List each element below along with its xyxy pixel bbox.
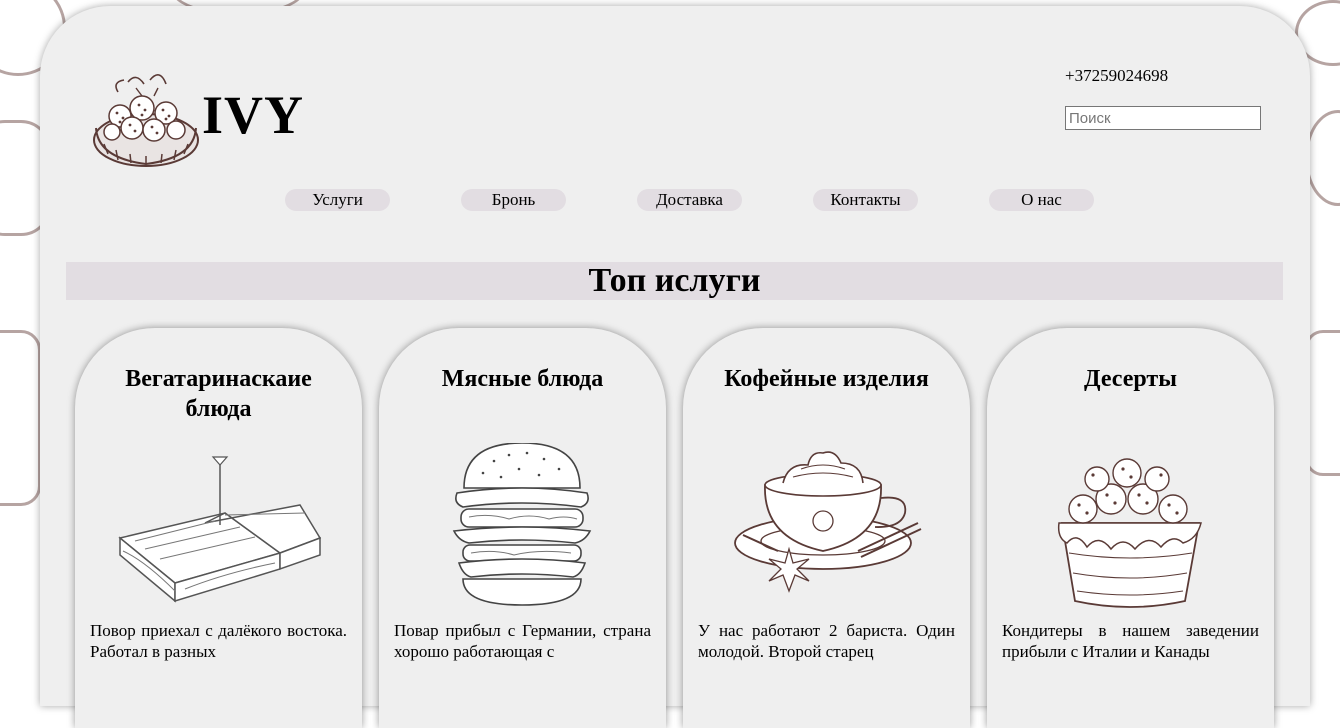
nav-item-booking[interactable]: Бронь bbox=[461, 189, 566, 211]
service-card-meat[interactable]: Мясные блюда Повар прибыл с Германии, ст… bbox=[379, 328, 666, 728]
service-card-desserts[interactable]: Десерты Кондитеры в нашем заведении приб… bbox=[987, 328, 1274, 728]
card-description: Повор приехал с далёкого востока. Работа… bbox=[90, 621, 347, 661]
section-header: Топ ислуги bbox=[66, 262, 1283, 300]
nav-item-delivery[interactable]: Доставка bbox=[637, 189, 742, 211]
nav-item-services[interactable]: Услуги bbox=[285, 189, 390, 211]
card-description: У нас работают 2 бариста. Один молодой. … bbox=[698, 621, 955, 661]
card-description: Повар прибыл с Германии, страна хорошо р… bbox=[394, 621, 651, 661]
nav-item-about[interactable]: О нас bbox=[989, 189, 1094, 211]
service-card-vegetarian[interactable]: Вегатаринаскаие блюда Повор приехал с да… bbox=[75, 328, 362, 728]
background-sketch-decoration bbox=[0, 330, 41, 506]
background-sketch-decoration bbox=[1305, 330, 1340, 476]
brand-name: IVY bbox=[202, 85, 305, 145]
card-description: Кондитеры в нашем заведении прибыли с Ит… bbox=[1002, 621, 1259, 661]
coffee-cup-icon bbox=[734, 451, 922, 593]
card-title: Десерты bbox=[1084, 366, 1177, 392]
page-container: IVY +37259024698 Услуги Бронь Доставка К… bbox=[40, 6, 1310, 728]
card-title: Кофейные изделия bbox=[724, 366, 929, 392]
section-title: Топ ислуги bbox=[588, 262, 761, 299]
search-input[interactable] bbox=[1065, 106, 1261, 130]
sandwich-icon bbox=[118, 456, 322, 603]
nav-item-contacts[interactable]: Контакты bbox=[813, 189, 918, 211]
cake-icon bbox=[1057, 458, 1202, 608]
burger-icon bbox=[452, 443, 592, 606]
card-title: Вегатаринаскаие блюда bbox=[125, 366, 312, 422]
service-card-coffee[interactable]: Кофейные изделия У нас работают 2 барист… bbox=[683, 328, 970, 728]
raspberry-tart-logo-icon bbox=[93, 74, 199, 167]
card-title: Мясные блюда bbox=[441, 366, 604, 392]
background-sketch-decoration bbox=[1305, 110, 1340, 206]
phone-number[interactable]: +37259024698 bbox=[1065, 66, 1168, 86]
